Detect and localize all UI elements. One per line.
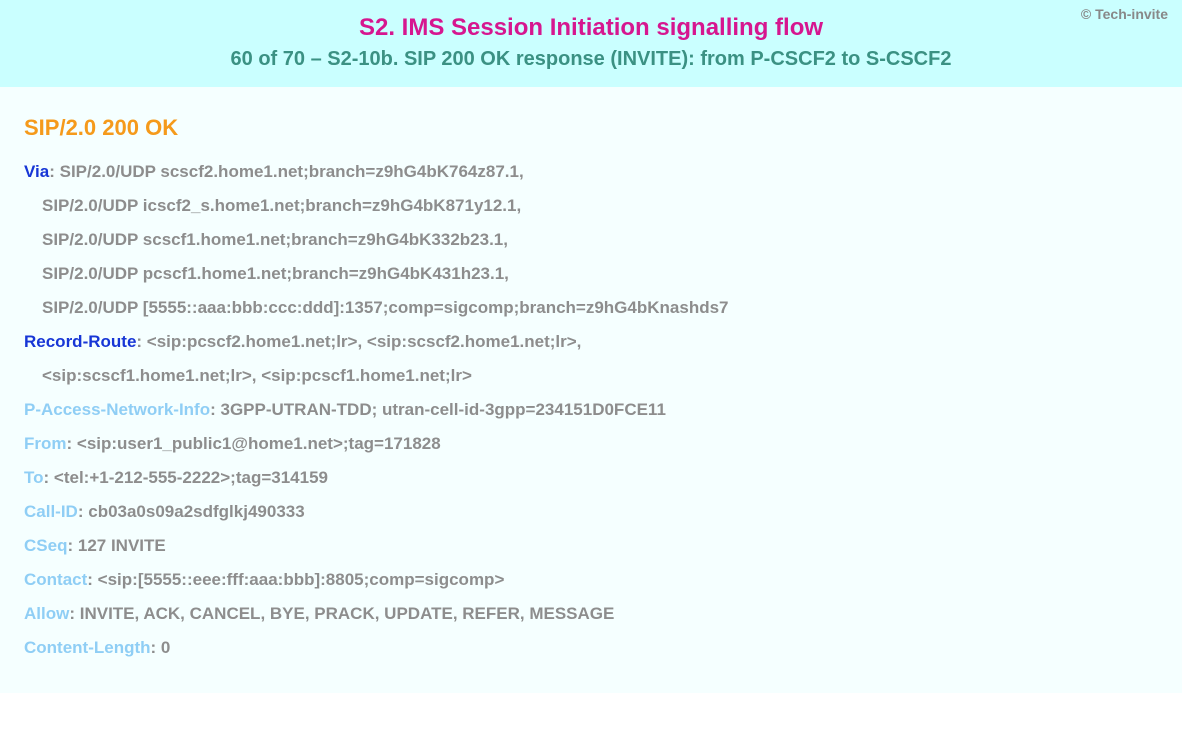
page-subtitle: 60 of 70 – S2-10b. SIP 200 OK response (…: [12, 48, 1170, 71]
via-value-4: SIP/2.0/UDP [5555::aaa:bbb:ccc:ddd]:1357…: [24, 291, 1158, 325]
via-value-0: SIP/2.0/UDP scscf2.home1.net;branch=z9hG…: [60, 162, 524, 181]
via-value-2: SIP/2.0/UDP scscf1.home1.net;branch=z9hG…: [24, 223, 1158, 257]
page-title: S2. IMS Session Initiation signalling fl…: [12, 14, 1170, 42]
call-id-header: Call-ID: cb03a0s09a2sdfglkj490333: [24, 495, 1158, 529]
pani-header: P-Access-Network-Info: 3GPP-UTRAN-TDD; u…: [24, 393, 1158, 427]
pani-name: P-Access-Network-Info: [24, 400, 210, 419]
content-length-name: Content-Length: [24, 638, 151, 657]
allow-name: Allow: [24, 604, 69, 623]
record-route-value-0: <sip:pcscf2.home1.net;lr>, <sip:scscf2.h…: [147, 332, 582, 351]
header-banner: © Tech-invite S2. IMS Session Initiation…: [0, 0, 1182, 87]
to-name: To: [24, 468, 44, 487]
call-id-value: cb03a0s09a2sdfglkj490333: [88, 502, 304, 521]
pani-value: 3GPP-UTRAN-TDD; utran-cell-id-3gpp=23415…: [221, 400, 666, 419]
via-name: Via: [24, 162, 49, 181]
allow-header: Allow: INVITE, ACK, CANCEL, BYE, PRACK, …: [24, 597, 1158, 631]
call-id-name: Call-ID: [24, 502, 78, 521]
from-header: From: <sip:user1_public1@home1.net>;tag=…: [24, 427, 1158, 461]
contact-header: Contact: <sip:[5555::eee:fff:aaa:bbb]:88…: [24, 563, 1158, 597]
content-length-value: 0: [161, 638, 170, 657]
record-route-header: Record-Route: <sip:pcscf2.home1.net;lr>,…: [24, 325, 1158, 359]
cseq-value: 127 INVITE: [78, 536, 166, 555]
copyright-text: © Tech-invite: [1081, 6, 1168, 22]
record-route-value-1: <sip:scscf1.home1.net;lr>, <sip:pcscf1.h…: [24, 359, 1158, 393]
allow-value: INVITE, ACK, CANCEL, BYE, PRACK, UPDATE,…: [80, 604, 615, 623]
via-value-1: SIP/2.0/UDP icscf2_s.home1.net;branch=z9…: [24, 189, 1158, 223]
from-value: <sip:user1_public1@home1.net>;tag=171828: [77, 434, 441, 453]
via-header: Via: SIP/2.0/UDP scscf2.home1.net;branch…: [24, 155, 1158, 189]
cseq-name: CSeq: [24, 536, 67, 555]
cseq-header: CSeq: 127 INVITE: [24, 529, 1158, 563]
record-route-name: Record-Route: [24, 332, 136, 351]
sip-message-body: SIP/2.0 200 OK Via: SIP/2.0/UDP scscf2.h…: [0, 87, 1182, 693]
content-length-header: Content-Length: 0: [24, 631, 1158, 665]
to-header: To: <tel:+1-212-555-2222>;tag=314159: [24, 461, 1158, 495]
contact-value: <sip:[5555::eee:fff:aaa:bbb]:8805;comp=s…: [98, 570, 505, 589]
sip-status-line: SIP/2.0 200 OK: [24, 115, 1158, 141]
via-value-3: SIP/2.0/UDP pcscf1.home1.net;branch=z9hG…: [24, 257, 1158, 291]
contact-name: Contact: [24, 570, 87, 589]
to-value: <tel:+1-212-555-2222>;tag=314159: [54, 468, 328, 487]
from-name: From: [24, 434, 67, 453]
